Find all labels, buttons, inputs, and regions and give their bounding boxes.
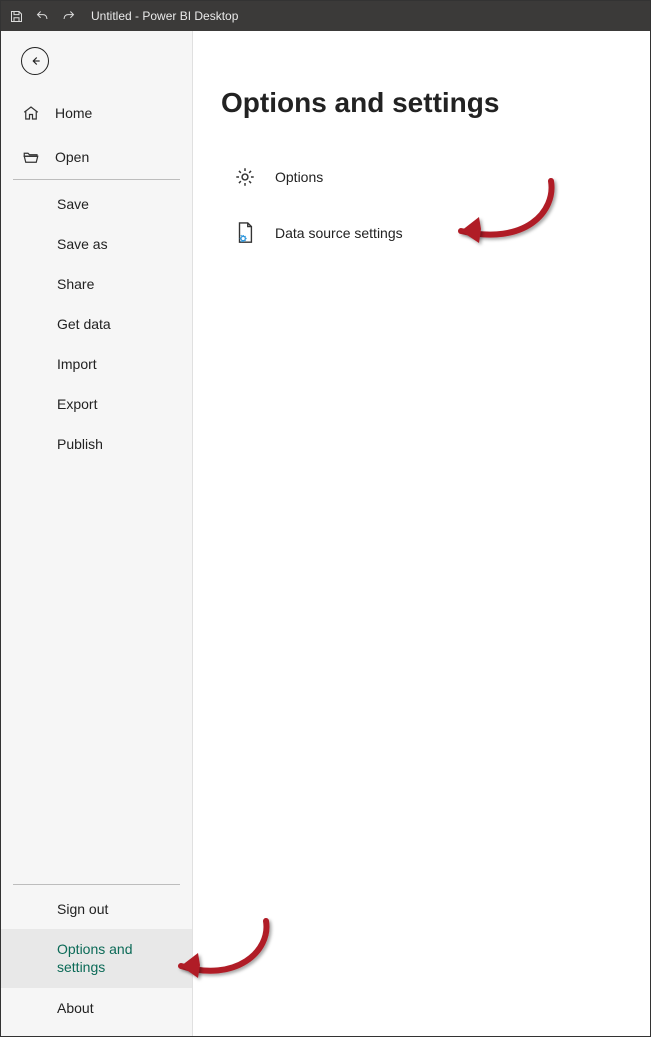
page-heading: Options and settings <box>221 87 630 119</box>
sidebar-item-label: Save <box>57 196 89 212</box>
option-label: Data source settings <box>275 225 403 241</box>
sidebar-item-export[interactable]: Export <box>1 384 192 424</box>
sidebar-item-label: Home <box>55 105 92 121</box>
data-source-settings-icon <box>233 221 257 245</box>
sidebar-menu-bottom: Sign out Options and settings About <box>1 884 192 1036</box>
sidebar-item-label: Import <box>57 356 97 372</box>
window-title: Untitled - Power BI Desktop <box>91 9 238 23</box>
option-options[interactable]: Options <box>221 149 630 205</box>
back-button[interactable] <box>21 47 49 75</box>
sidebar-item-options-and-settings[interactable]: Options and settings <box>1 929 192 988</box>
gear-icon <box>233 165 257 189</box>
sidebar-item-get-data[interactable]: Get data <box>1 304 192 344</box>
sidebar-item-sign-out[interactable]: Sign out <box>1 889 192 929</box>
sidebar-item-save[interactable]: Save <box>1 184 192 224</box>
home-icon <box>21 103 41 123</box>
folder-open-icon <box>21 147 41 167</box>
sidebar-item-label: Open <box>55 149 89 165</box>
save-icon[interactable] <box>7 7 25 25</box>
main-panel: Options and settings Options <box>193 31 650 1036</box>
titlebar: Untitled - Power BI Desktop <box>1 1 650 31</box>
sidebar-item-save-as[interactable]: Save as <box>1 224 192 264</box>
redo-icon[interactable] <box>59 7 77 25</box>
sidebar: Home Open Save Save as Share <box>1 31 193 1036</box>
option-data-source-settings[interactable]: Data source settings <box>221 205 630 261</box>
divider <box>13 179 180 180</box>
sidebar-item-publish[interactable]: Publish <box>1 424 192 464</box>
content: Home Open Save Save as Share <box>1 31 650 1036</box>
sidebar-item-label: Share <box>57 276 94 292</box>
sidebar-menu-top: Home Open Save Save as Share <box>1 91 192 464</box>
sidebar-item-label: Save as <box>57 236 108 252</box>
sidebar-item-import[interactable]: Import <box>1 344 192 384</box>
sidebar-item-open[interactable]: Open <box>1 135 192 179</box>
sidebar-item-about[interactable]: About <box>1 988 192 1028</box>
sidebar-item-label: Options and settings <box>57 941 182 976</box>
sidebar-item-label: About <box>57 1000 94 1016</box>
sidebar-item-label: Publish <box>57 436 103 452</box>
option-label: Options <box>275 169 323 185</box>
undo-icon[interactable] <box>33 7 51 25</box>
sidebar-item-label: Export <box>57 396 97 412</box>
sidebar-item-label: Sign out <box>57 901 108 917</box>
sidebar-item-home[interactable]: Home <box>1 91 192 135</box>
divider <box>13 884 180 885</box>
sidebar-item-share[interactable]: Share <box>1 264 192 304</box>
sidebar-item-label: Get data <box>57 316 111 332</box>
